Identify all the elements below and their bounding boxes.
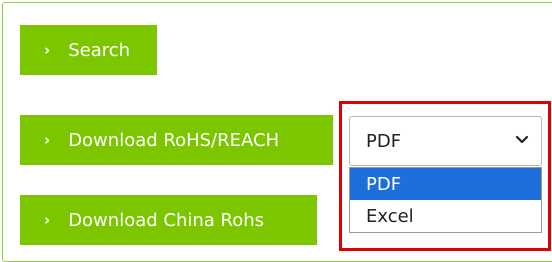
search-button-label: Search bbox=[68, 39, 131, 61]
format-select-value: PDF bbox=[366, 130, 402, 152]
download-china-rohs-label: Download China Rohs bbox=[68, 209, 265, 231]
format-options-list: PDF Excel bbox=[349, 167, 542, 233]
download-china-rohs-button[interactable]: › Download China Rohs bbox=[20, 195, 317, 245]
chevron-right-icon: › bbox=[44, 41, 51, 59]
format-option-pdf[interactable]: PDF bbox=[350, 168, 541, 200]
download-rohs-reach-button[interactable]: › Download RoHS/REACH bbox=[20, 115, 333, 165]
search-button[interactable]: › Search bbox=[20, 25, 157, 75]
format-option-excel[interactable]: Excel bbox=[350, 200, 541, 232]
format-select[interactable]: PDF bbox=[349, 116, 542, 166]
chevron-right-icon: › bbox=[44, 131, 51, 149]
download-rohs-reach-label: Download RoHS/REACH bbox=[68, 129, 280, 151]
chevron-down-icon bbox=[515, 135, 529, 144]
chevron-right-icon: › bbox=[44, 211, 51, 229]
